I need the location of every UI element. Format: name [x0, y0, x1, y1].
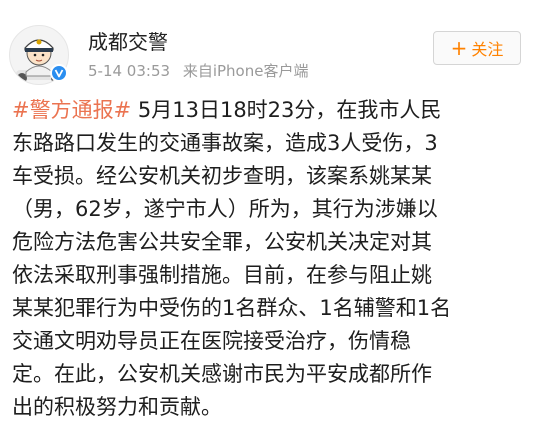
content-line: 交通文明劝导员正在医院接受治疗，伤情稳	[12, 329, 411, 353]
content-line: 某某犯罪行为中受伤的1名群众、1名辅警和1名	[12, 296, 452, 320]
plus-icon: +	[450, 36, 468, 60]
content-line: 出的积极努力和贡献。	[12, 395, 222, 419]
username[interactable]: 成都交警	[88, 26, 168, 55]
follow-button[interactable]: + 关注	[433, 31, 521, 65]
post-source: 来自iPhone客户端	[182, 62, 309, 80]
timestamp: 5-14 03:53	[88, 62, 171, 80]
weibo-post-card: 成都交警 5-14 03:53 来自iPhone客户端 + 关注 #警方通报# …	[0, 0, 540, 436]
content-line: 危险方法危害公共安全罪，公安机关决定对其	[12, 230, 432, 254]
content-text: 5月13日18时23分，在我市人民	[131, 98, 442, 122]
hashtag-link[interactable]: #警方通报#	[12, 98, 131, 122]
content-line: （男，62岁，遂宁市人）所为，其行为涉嫌以	[12, 197, 438, 221]
post-meta: 5-14 03:53 来自iPhone客户端	[88, 60, 308, 81]
verified-badge-icon	[50, 64, 68, 82]
follow-label: 关注	[471, 40, 504, 59]
content-line: 依法采取刑事强制措施。目前，在参与阻止姚	[12, 263, 432, 287]
content-line: #警方通报# 5月13日18时23分，在我市人民	[12, 94, 532, 127]
post-content: #警方通报# 5月13日18时23分，在我市人民 东路路口发生的交通事故案，造成…	[12, 94, 532, 424]
content-line: 东路路口发生的交通事故案，造成3人受伤，3	[12, 131, 438, 155]
content-line: 车受损。经公安机关初步查明，该案系姚某某	[12, 164, 432, 188]
content-line: 定。在此，公安机关感谢市民为平安成都所作	[12, 362, 432, 386]
